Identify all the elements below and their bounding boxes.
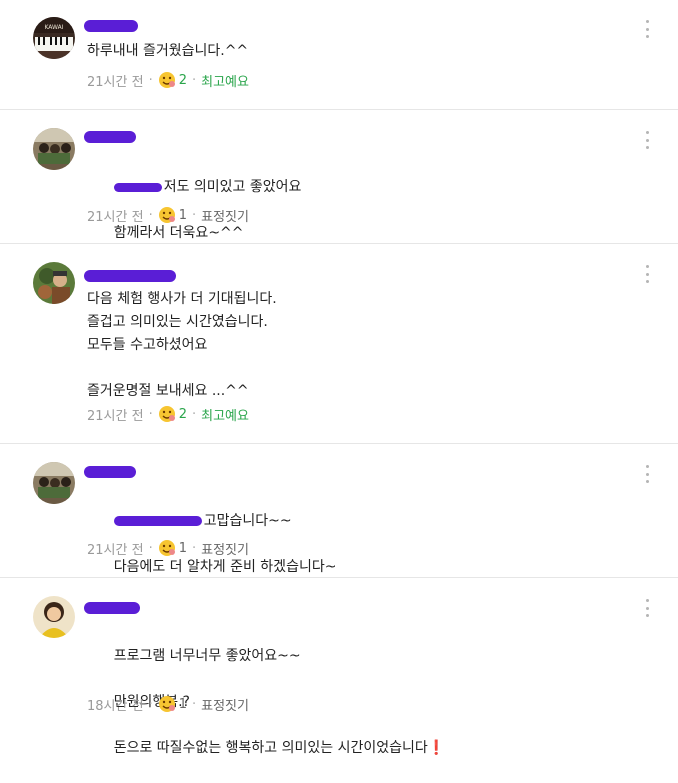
avatar[interactable]: KAWAI xyxy=(33,17,75,59)
comment-text-line: 고맙습니다~~ xyxy=(203,513,292,529)
reaction-emoji-icon[interactable] xyxy=(158,71,176,89)
separator: · xyxy=(148,72,153,88)
reaction-emoji-icon[interactable] xyxy=(158,695,176,713)
comment-meta: 21시간 전 · 1 · 표정짓기 xyxy=(87,204,249,226)
reaction-count[interactable]: 1 xyxy=(179,208,187,223)
timestamp: 21시간 전 xyxy=(87,209,144,225)
comment-text-line: 프로그램 너무너무 좋았어요~~ xyxy=(113,648,301,664)
comment-meta: 21시간 전 · 1 · 표정짓기 xyxy=(87,537,249,559)
separator: · xyxy=(191,540,197,556)
avatar-piano-image: KAWAI xyxy=(33,17,75,59)
comment-meta: 18시간 전 · 1 · 표정짓기 xyxy=(87,693,249,715)
redacted-author-name[interactable] xyxy=(84,602,140,614)
avatar[interactable] xyxy=(33,128,75,170)
more-options-icon[interactable] xyxy=(644,131,650,149)
reaction-action-link[interactable]: 표정짓기 xyxy=(201,539,249,558)
comment-text: 다음 체험 행사가 더 기대됩니다. 즐겁고 의미있는 시간였습니다. 모두들 … xyxy=(87,291,277,399)
reaction-action-link[interactable]: 표정짓기 xyxy=(201,206,249,225)
reaction-count[interactable]: 1 xyxy=(179,697,187,712)
avatar-group-photo xyxy=(33,128,75,170)
separator: · xyxy=(191,207,197,223)
comment-item: 다음 체험 행사가 더 기대됩니다. 즐겁고 의미있는 시간였습니다. 모두들 … xyxy=(0,244,678,444)
comment-item: 고맙습니다~~ 다음에도 더 알차게 준비 하겠습니다~ 21시간 전 · 1 … xyxy=(0,444,678,578)
separator: · xyxy=(148,406,153,422)
more-options-icon[interactable] xyxy=(644,465,650,483)
reaction-count[interactable]: 1 xyxy=(179,541,187,556)
separator: · xyxy=(148,207,153,223)
separator: · xyxy=(191,406,197,422)
separator: · xyxy=(148,696,153,712)
more-options-icon[interactable] xyxy=(644,599,650,617)
reaction-emoji-icon[interactable] xyxy=(158,405,176,423)
reaction-action-link[interactable]: 표정짓기 xyxy=(201,695,249,714)
comment-text-line: 돈으로 따질수없는 행복하고 의미있는 시간이었습니다 xyxy=(113,740,428,756)
redacted-author-name[interactable] xyxy=(84,270,176,282)
timestamp: 21시간 전 xyxy=(87,542,144,558)
more-options-icon[interactable] xyxy=(644,265,650,283)
avatar-group-photo xyxy=(33,462,75,504)
comment-item: KAWAI 하루내내 즐거웠습니다.^^ 21시간 전 · 2 · 최고예요 xyxy=(0,0,678,110)
comment-text-line: 함께라서 더욱요~^^ xyxy=(113,225,244,241)
comment-meta: 21시간 전 · 2 · 최고예요 xyxy=(87,403,249,425)
reaction-action-link[interactable]: 최고예요 xyxy=(201,405,249,424)
exclamation-emoji: ❗ xyxy=(427,740,446,756)
redacted-author-name[interactable] xyxy=(84,466,136,478)
comment-text-line: 다음에도 더 알차게 준비 하겠습니다~ xyxy=(113,559,337,575)
avatar-portrait-photo xyxy=(33,596,75,638)
svg-text:KAWAI: KAWAI xyxy=(44,24,63,31)
reaction-count[interactable]: 2 xyxy=(179,407,187,422)
avatar[interactable] xyxy=(33,462,75,504)
redacted-mention xyxy=(113,516,202,526)
comment-meta: 21시간 전 · 2 · 최고예요 xyxy=(87,69,249,91)
reaction-count[interactable]: 2 xyxy=(179,73,187,88)
timestamp: 21시간 전 xyxy=(87,408,144,424)
redacted-mention xyxy=(113,182,162,192)
redacted-author-name[interactable] xyxy=(84,131,136,143)
redacted-author-name[interactable] xyxy=(84,20,138,32)
separator: · xyxy=(148,540,153,556)
avatar[interactable] xyxy=(33,596,75,638)
comment-item: 저도 의미있고 좋았어요 함께라서 더욱요~^^ 21시간 전 · 1 · 표정… xyxy=(0,110,678,244)
reaction-emoji-icon[interactable] xyxy=(158,206,176,224)
more-options-icon[interactable] xyxy=(644,20,650,38)
reaction-action-link[interactable]: 최고예요 xyxy=(201,71,249,90)
separator: · xyxy=(191,72,197,88)
timestamp: 21시간 전 xyxy=(87,74,144,90)
reaction-emoji-icon[interactable] xyxy=(158,539,176,557)
comment-text-line: 저도 의미있고 좋았어요 xyxy=(163,179,302,195)
timestamp: 18시간 전 xyxy=(87,698,144,714)
avatar[interactable] xyxy=(33,262,75,304)
comment-text: 하루내내 즐거웠습니다.^^ xyxy=(87,43,249,59)
comment-item: 프로그램 너무너무 좋았어요~~ 만원의행복.? 돈으로 따질수없는 행복하고 … xyxy=(0,578,678,756)
separator: · xyxy=(191,696,197,712)
avatar-portrait-photo xyxy=(33,262,75,304)
comment-feed: KAWAI 하루내내 즐거웠습니다.^^ 21시간 전 · 2 · 최고예요 저… xyxy=(0,0,678,756)
